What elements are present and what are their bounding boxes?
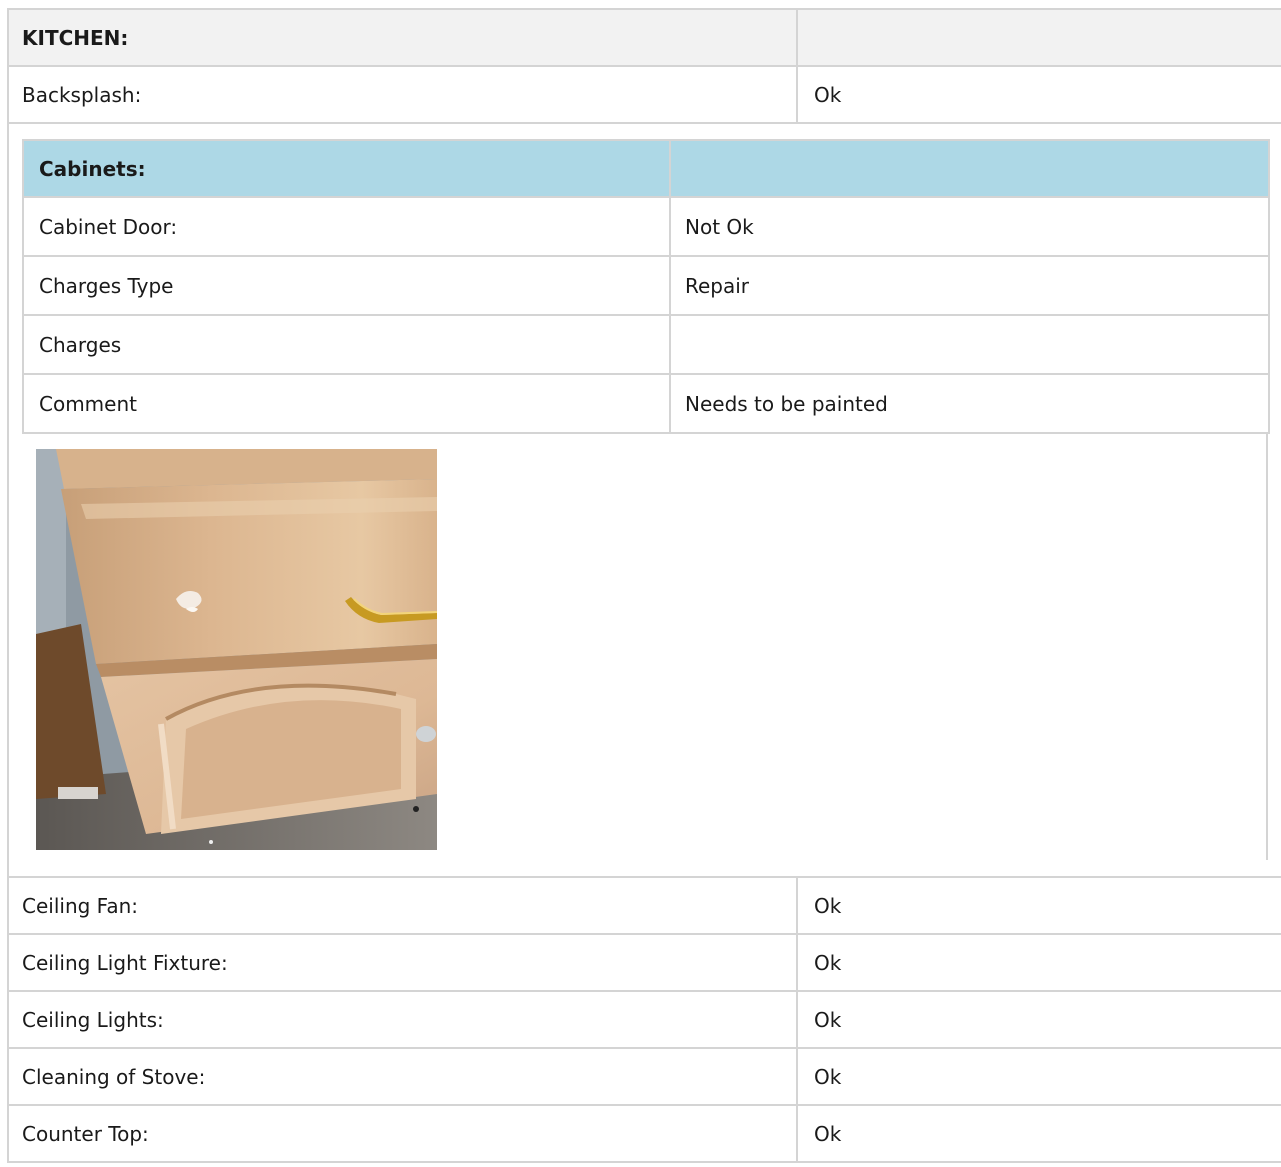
table-row: Cleaning of Stove: Ok [7, 1049, 1281, 1106]
item-label: Cabinet Door: [24, 198, 671, 255]
item-label: Ceiling Lights: [9, 992, 798, 1047]
item-comment: Needs to be painted [685, 391, 888, 416]
table-row: Counter Top: Ok [7, 1106, 1281, 1163]
item-status: Ok [814, 1121, 842, 1146]
item-label: Comment [24, 375, 671, 432]
divider [1266, 434, 1268, 860]
item-label: Cleaning of Stove: [9, 1049, 798, 1104]
subsection-title: Cabinets: [24, 141, 671, 196]
cabinets-table: Cabinets: Cabinet Door: Not Ok Charges T… [22, 139, 1270, 860]
section-header-value [798, 10, 1281, 65]
cabinet-door-damage-photo[interactable] [36, 449, 437, 850]
item-label: Charges Type [24, 257, 671, 314]
item-status: Ok [814, 82, 842, 107]
table-row: Ceiling Fan: Ok [7, 878, 1281, 935]
item-label: Ceiling Light Fixture: [9, 935, 798, 990]
table-row: Cabinet Door: Not Ok [22, 198, 1270, 257]
item-value [671, 316, 1268, 373]
table-row: Comment Needs to be painted [22, 375, 1270, 434]
item-status: Ok [814, 1064, 842, 1089]
table-row: Charges [22, 316, 1270, 375]
cabinets-header: Cabinets: [22, 139, 1270, 198]
cabinets-subsection: Cabinets: Cabinet Door: Not Ok Charges T… [7, 124, 1281, 878]
table-row: Ceiling Lights: Ok [7, 992, 1281, 1049]
table-row: Charges Type Repair [22, 257, 1270, 316]
item-label: Counter Top: [9, 1106, 798, 1161]
item-label: Backsplash: [9, 67, 798, 122]
item-value: Repair [685, 273, 750, 298]
item-label: Charges [24, 316, 671, 373]
table-row: Backsplash: Ok [7, 67, 1281, 124]
item-status: Ok [814, 1007, 842, 1032]
item-status: Not Ok [685, 214, 754, 239]
item-status: Ok [814, 893, 842, 918]
table-row: Ceiling Light Fixture: Ok [7, 935, 1281, 992]
item-status: Ok [814, 950, 842, 975]
section-title: KITCHEN: [9, 10, 798, 65]
photo-container [22, 434, 1270, 860]
subsection-header-value [671, 141, 1268, 196]
inspection-report: KITCHEN: Backsplash: Ok Cabinets: Cabine… [7, 8, 1281, 1163]
kitchen-section-header: KITCHEN: [7, 8, 1281, 67]
item-label: Ceiling Fan: [9, 878, 798, 933]
